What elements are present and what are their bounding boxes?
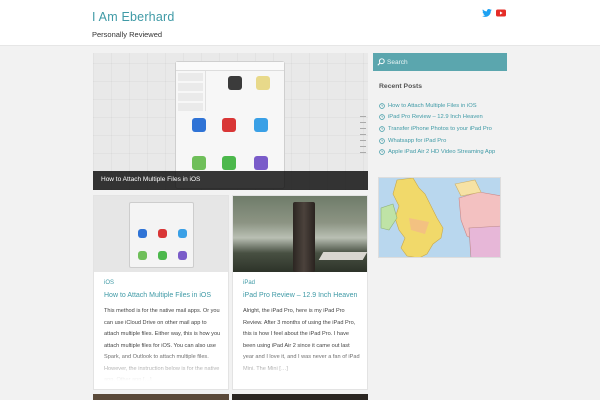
app-tile-icon	[222, 156, 236, 170]
clock-icon	[379, 103, 385, 109]
map-graphic	[379, 178, 500, 257]
clock-icon	[379, 137, 385, 144]
app-tile-icon	[192, 156, 206, 170]
search-input[interactable]	[387, 56, 503, 68]
excerpt-fade	[94, 349, 228, 389]
recent-post-link[interactable]: Whatsapp for iPad Pro	[388, 138, 446, 144]
post-thumbnail[interactable]	[94, 196, 228, 272]
app-tile-icon	[192, 118, 206, 132]
app-tile-icon	[178, 229, 187, 238]
list-item[interactable]: Whatsapp for iPad Pro	[379, 135, 495, 147]
recent-post-link[interactable]: iPad Pro Review – 12.9 Inch Heaven	[388, 114, 483, 120]
hero-screenshot-ipad	[175, 61, 285, 189]
list-item[interactable]: iPad Pro Review – 12.9 Inch Heaven	[379, 112, 495, 124]
list-item[interactable]: Transfer iPhone Photos to your iPad Pro	[379, 123, 495, 135]
recent-post-link[interactable]: Transfer iPhone Photos to your iPad Pro	[388, 126, 492, 132]
ipad-sidebar-list	[176, 71, 206, 111]
hero-caption-bar[interactable]: How to Attach Multiple Files in iOS	[93, 171, 368, 190]
site-tagline: Personally Reviewed	[92, 30, 163, 39]
clock-icon	[379, 149, 385, 155]
excerpt-fade	[233, 349, 367, 389]
post-title[interactable]: How to Attach Multiple Files in iOS	[104, 292, 211, 299]
post-card[interactable]: iPad iPad Pro Review – 12.9 Inch Heaven …	[232, 195, 368, 390]
widget-title: Recent Posts	[379, 83, 423, 90]
post-category[interactable]: iPad	[243, 280, 255, 286]
app-tile-icon	[158, 229, 167, 238]
featured-slider[interactable]: How to Attach Multiple Files in iOS	[93, 53, 368, 190]
thumbnail-ipad	[129, 202, 194, 268]
thumbnail-tablet	[318, 252, 367, 260]
site-title[interactable]: I Am Eberhard	[92, 10, 175, 24]
youtube-icon[interactable]	[496, 9, 506, 17]
hero-decoration	[360, 113, 366, 153]
app-tile-icon	[254, 156, 268, 170]
post-thumbnail[interactable]	[233, 196, 367, 272]
clock-icon	[379, 114, 385, 121]
clock-icon	[379, 126, 385, 132]
site-header: I Am Eberhard Personally Reviewed	[0, 0, 600, 46]
recent-post-link[interactable]: How to Attach Multiple Files in iOS	[388, 103, 477, 109]
ipad-topbar	[176, 62, 284, 71]
hero-caption[interactable]: How to Attach Multiple Files in iOS	[101, 176, 200, 183]
next-post-thumbnail[interactable]	[93, 394, 229, 400]
post-title[interactable]: iPad Pro Review – 12.9 Inch Heaven	[243, 292, 357, 299]
app-tile-icon	[138, 251, 147, 260]
app-tile-icon	[254, 118, 268, 132]
recent-posts-widget: Recent Posts How to Attach Multiple File…	[373, 75, 507, 170]
search-icon	[377, 58, 385, 66]
twitter-icon[interactable]	[482, 9, 492, 17]
recent-posts-list: How to Attach Multiple Files in iOS iPad…	[379, 100, 495, 158]
thumbnail-pillar	[293, 202, 315, 272]
map-advert-image[interactable]	[378, 177, 501, 258]
app-tile-icon	[178, 251, 187, 260]
list-item[interactable]: How to Attach Multiple Files in iOS	[379, 100, 495, 112]
app-tile-icon	[138, 229, 147, 238]
post-card[interactable]: iOS How to Attach Multiple Files in iOS …	[93, 195, 229, 390]
recent-post-link[interactable]: Apple iPad Air 2 HD Video Streaming App	[388, 149, 495, 155]
next-post-thumbnail[interactable]	[232, 394, 368, 400]
app-tile-icon	[158, 251, 167, 260]
list-item[interactable]: Apple iPad Air 2 HD Video Streaming App	[379, 146, 495, 158]
post-category[interactable]: iOS	[104, 280, 114, 286]
search-box[interactable]	[373, 53, 507, 71]
app-tile-icon	[256, 76, 270, 90]
app-tile-icon	[228, 76, 242, 90]
app-tile-icon	[222, 118, 236, 132]
